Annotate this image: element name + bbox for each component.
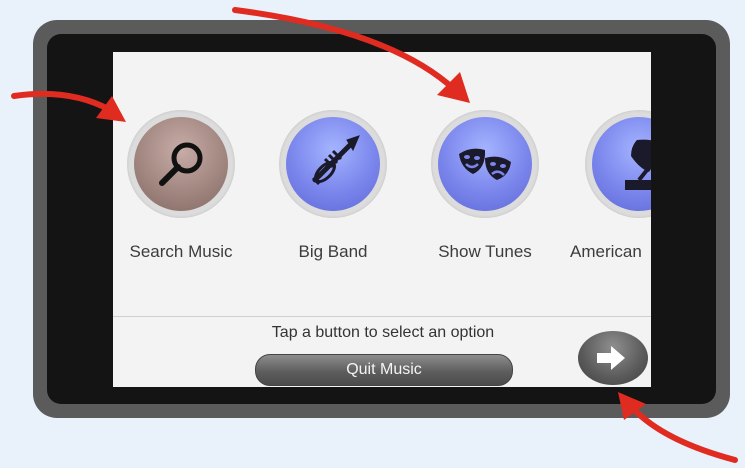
- category-label: American: [570, 242, 642, 261]
- category-label: Search Music: [129, 242, 233, 261]
- category-big-band[interactable]: Big Band: [268, 110, 398, 261]
- button-circle: [438, 117, 532, 211]
- button-ring: [585, 110, 651, 218]
- music-screen: Search Music Big Band Show Tunes America…: [113, 52, 651, 387]
- next-button[interactable]: [578, 331, 648, 385]
- category-search-music[interactable]: Search Music: [116, 110, 246, 261]
- hint-text: Tap a button to select an option: [271, 324, 495, 341]
- button-circle: [592, 117, 651, 211]
- category-show-tunes[interactable]: Show Tunes: [420, 110, 550, 261]
- category-label: Big Band: [298, 242, 368, 261]
- button-ring: [431, 110, 539, 218]
- theater-masks-icon: [459, 148, 511, 180]
- arrow-right-icon: [597, 346, 625, 370]
- button-circle: [286, 117, 380, 211]
- quit-music-button[interactable]: Quit Music: [255, 354, 513, 386]
- category-label: Show Tunes: [438, 242, 532, 261]
- button-circle: [134, 117, 228, 211]
- category-american[interactable]: American: [570, 110, 651, 261]
- gramophone-icon: [625, 139, 651, 190]
- divider: [113, 316, 651, 317]
- magnifier-icon: [159, 142, 203, 186]
- button-ring: [279, 110, 387, 218]
- trumpet-icon: [311, 135, 360, 186]
- button-ring: [127, 110, 235, 218]
